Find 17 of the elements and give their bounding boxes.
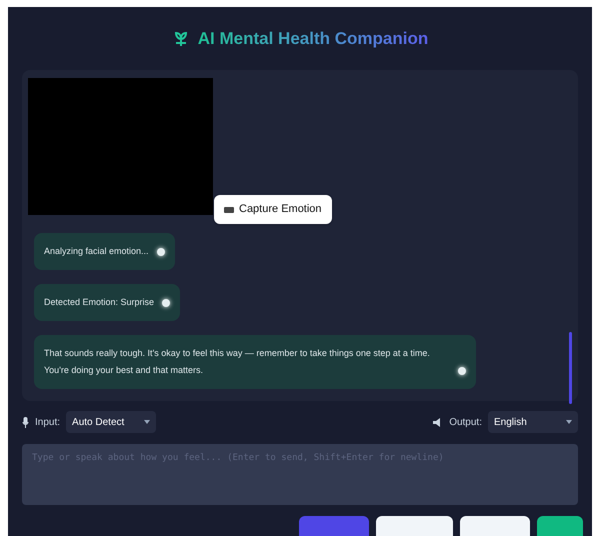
input-language-label: Input: <box>35 416 60 430</box>
message-text: Detected Emotion: Surprise <box>44 296 154 309</box>
scrollbar[interactable] <box>569 332 572 404</box>
message-text: Analyzing facial emotion... <box>44 244 149 258</box>
dropdown-caret-icon <box>566 420 572 424</box>
camera-icon <box>224 206 234 213</box>
output-language-label: Output: <box>449 416 482 430</box>
action-button[interactable] <box>376 516 453 536</box>
action-button[interactable] <box>299 516 369 536</box>
capture-emotion-button[interactable]: Capture Emotion <box>214 194 332 224</box>
dropdown-caret-icon <box>144 420 150 424</box>
output-language-select[interactable]: English <box>488 411 578 434</box>
action-button[interactable] <box>537 516 583 536</box>
message-text: That sounds really tough. It's okay to feel this way — remember to take things one step at a time. You're doing your best and that matters. <box>44 346 431 377</box>
microphone-icon <box>22 416 29 428</box>
action-button[interactable] <box>460 516 530 536</box>
input-language-select[interactable]: Auto Detect <box>66 411 156 434</box>
